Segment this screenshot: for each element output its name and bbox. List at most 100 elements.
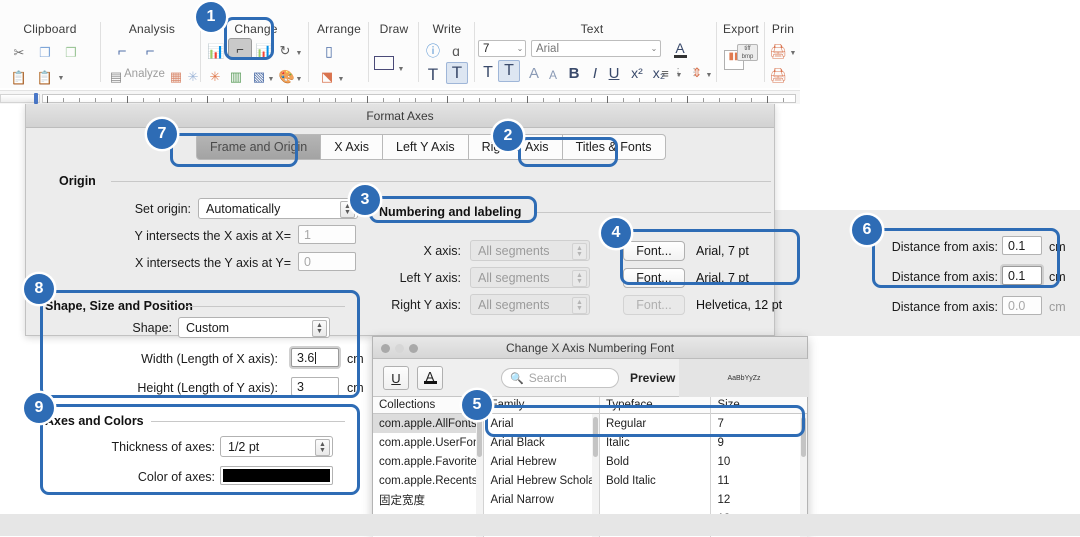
close-icon[interactable] xyxy=(381,344,390,353)
y-intersect-input[interactable]: 1 xyxy=(298,225,356,244)
font-family-input[interactable]: Arial xyxy=(531,40,661,57)
shape-select[interactable]: Custom ▲ ▼ xyxy=(178,317,330,338)
analysis-chart-icon[interactable]: ⌐ xyxy=(138,40,162,62)
document-ruler[interactable] xyxy=(0,90,800,104)
list-item[interactable]: 11 xyxy=(711,471,807,490)
x-axis-segments-select[interactable]: All segments ▲ ▼ xyxy=(470,240,590,261)
font-color-icon[interactable]: A xyxy=(670,38,690,60)
width-input[interactable]: 3.6 xyxy=(291,348,339,367)
size-input[interactable]: 7 xyxy=(711,414,807,433)
text-color-button[interactable]: A xyxy=(417,366,443,390)
text-tool-icon[interactable]: T xyxy=(422,64,444,86)
list-item[interactable]: Arial Hebrew Schola xyxy=(484,471,598,490)
arrange-chevron-down-icon[interactable]: ▼ xyxy=(336,68,346,90)
change-graph-icon[interactable]: 📊 xyxy=(254,40,274,62)
add-data-icon[interactable]: ▥ xyxy=(226,66,246,88)
cut-icon[interactable]: ✂ xyxy=(8,42,30,64)
right-y-axis-segments-stepper-icon[interactable]: ▲ ▼ xyxy=(572,297,587,314)
list-item[interactable]: Arial Narrow xyxy=(484,490,598,509)
list-item[interactable] xyxy=(600,490,710,509)
text-large-icon[interactable]: T xyxy=(478,62,498,84)
underline-icon[interactable]: U xyxy=(604,62,624,84)
copy-icon[interactable]: ❐ xyxy=(34,42,56,64)
tab-frame-and-origin[interactable]: Frame and Origin xyxy=(196,134,322,160)
analysis-grid-icon[interactable]: ▦ xyxy=(168,66,184,88)
list-item[interactable]: com.apple.Recents xyxy=(373,471,483,490)
left-y-axis-segments-select[interactable]: All segments ▲ ▼ xyxy=(470,267,590,288)
list-item[interactable]: Italic xyxy=(600,433,710,452)
paste-icon[interactable]: 📋 xyxy=(8,67,30,89)
list-item[interactable]: 10 xyxy=(711,452,807,471)
color-of-axes-swatch[interactable] xyxy=(220,466,333,485)
decrease-font-icon[interactable]: A xyxy=(544,64,562,86)
list-item[interactable]: com.apple.UserFon xyxy=(373,433,483,452)
arrange-front-icon[interactable]: ▯ xyxy=(320,40,338,62)
export-icon[interactable]: ▮▮ tiff bmp xyxy=(724,44,758,74)
align-icon[interactable]: ≡ xyxy=(656,62,674,84)
color-chevron-down-icon[interactable]: ▼ xyxy=(294,68,304,90)
analyze-doc-icon[interactable]: ▤ xyxy=(108,66,124,88)
chart-type-icon[interactable]: 📊 xyxy=(206,40,226,62)
left-y-axis-segments-stepper-icon[interactable]: ▲ ▼ xyxy=(572,270,587,287)
list-item[interactable]: Bold xyxy=(600,452,710,471)
tab-x-axis[interactable]: X Axis xyxy=(321,134,384,160)
ruler-indent-marker[interactable] xyxy=(34,93,38,104)
increase-font-icon[interactable]: A xyxy=(524,62,544,84)
x-axis-font-button[interactable]: Font... xyxy=(623,241,685,261)
distance-input-x[interactable]: 0.1 xyxy=(1002,236,1042,255)
rotate-chevron-down-icon[interactable]: ▼ xyxy=(294,42,304,64)
paste-chevron-down-icon[interactable]: ▼ xyxy=(56,67,66,89)
search-input[interactable]: 🔍 Search xyxy=(501,368,619,388)
duplicate-icon[interactable]: ❐ xyxy=(60,42,82,64)
list-item[interactable]: 9 xyxy=(711,433,807,452)
bold-icon[interactable]: B xyxy=(564,62,584,84)
list-item[interactable]: 12 xyxy=(711,490,807,509)
tab-left-y-axis[interactable]: Left Y Axis xyxy=(383,134,469,160)
rotate-icon[interactable]: ↻ xyxy=(276,40,294,62)
chart-chevron-down-icon[interactable]: ▼ xyxy=(266,68,276,90)
shape-stepper-icon[interactable]: ▲ ▼ xyxy=(312,320,327,337)
analysis-wand-icon[interactable]: ✳ xyxy=(186,66,200,88)
thickness-stepper-icon[interactable]: ▲ ▼ xyxy=(315,439,330,456)
line-spacing-chevron-down-icon[interactable]: ▼ xyxy=(704,64,714,86)
set-origin-select[interactable]: Automatically ▲ ▼ xyxy=(198,198,358,219)
new-analysis-icon[interactable]: ⌐ xyxy=(110,40,134,62)
minimize-icon[interactable] xyxy=(395,344,404,353)
distance-input-left-y[interactable]: 0.1 xyxy=(1002,266,1042,285)
print-chevron-down-icon[interactable]: ▼ xyxy=(788,42,798,64)
zoom-icon[interactable] xyxy=(409,344,418,353)
draw-chevron-down-icon[interactable]: ▼ xyxy=(396,58,406,80)
height-input[interactable]: 3 xyxy=(291,377,339,396)
font-family-chevron-down-icon[interactable]: ⌄ xyxy=(648,40,660,57)
italic-icon[interactable]: I xyxy=(586,62,604,84)
x-axis-segments-stepper-icon[interactable]: ▲ ▼ xyxy=(572,243,587,260)
superscript-icon[interactable]: x² xyxy=(626,62,648,84)
list-item[interactable]: 固定宽度 xyxy=(373,490,483,509)
list-item[interactable]: Arial Hebrew xyxy=(484,452,598,471)
tab-titles-and-fonts[interactable]: Titles & Fonts xyxy=(562,134,666,160)
thickness-select[interactable]: 1/2 pt ▲ ▼ xyxy=(220,436,333,457)
magic-wand-icon[interactable]: ✳ xyxy=(206,66,224,88)
draw-rect-icon[interactable] xyxy=(374,56,394,70)
alpha-icon[interactable]: ɑ xyxy=(446,40,466,62)
window-controls[interactable] xyxy=(381,344,418,353)
print-icon[interactable]: 🖨 xyxy=(768,40,788,62)
font-size-chevron-down-icon[interactable]: ⌄ xyxy=(514,40,526,57)
list-item[interactable]: Regular xyxy=(599,414,711,433)
arrange-align-icon[interactable]: ⬔ xyxy=(318,66,336,88)
list-item[interactable]: Arial xyxy=(484,414,599,433)
text-box-tool-icon[interactable]: T xyxy=(446,62,468,84)
format-axes-icon[interactable]: ⌐ xyxy=(228,38,252,60)
analyze-label[interactable]: Analyze xyxy=(124,68,165,80)
list-item[interactable]: com.apple.Favorites xyxy=(373,452,483,471)
print-preview-icon[interactable]: 🖨 xyxy=(768,64,788,86)
align-chevron-down-icon[interactable]: ▼ xyxy=(674,64,684,86)
list-item[interactable]: Arial Black xyxy=(484,433,598,452)
info-add-icon[interactable]: ⓘ xyxy=(422,40,444,62)
x-intersect-input[interactable]: 0 xyxy=(298,252,356,271)
underline-button[interactable]: U xyxy=(383,366,409,390)
paste-special-icon[interactable]: 📋 xyxy=(34,67,56,89)
text-box-icon[interactable]: T xyxy=(498,60,520,82)
list-item[interactable]: Bold Italic xyxy=(600,471,710,490)
left-y-axis-font-button[interactable]: Font... xyxy=(623,268,685,288)
